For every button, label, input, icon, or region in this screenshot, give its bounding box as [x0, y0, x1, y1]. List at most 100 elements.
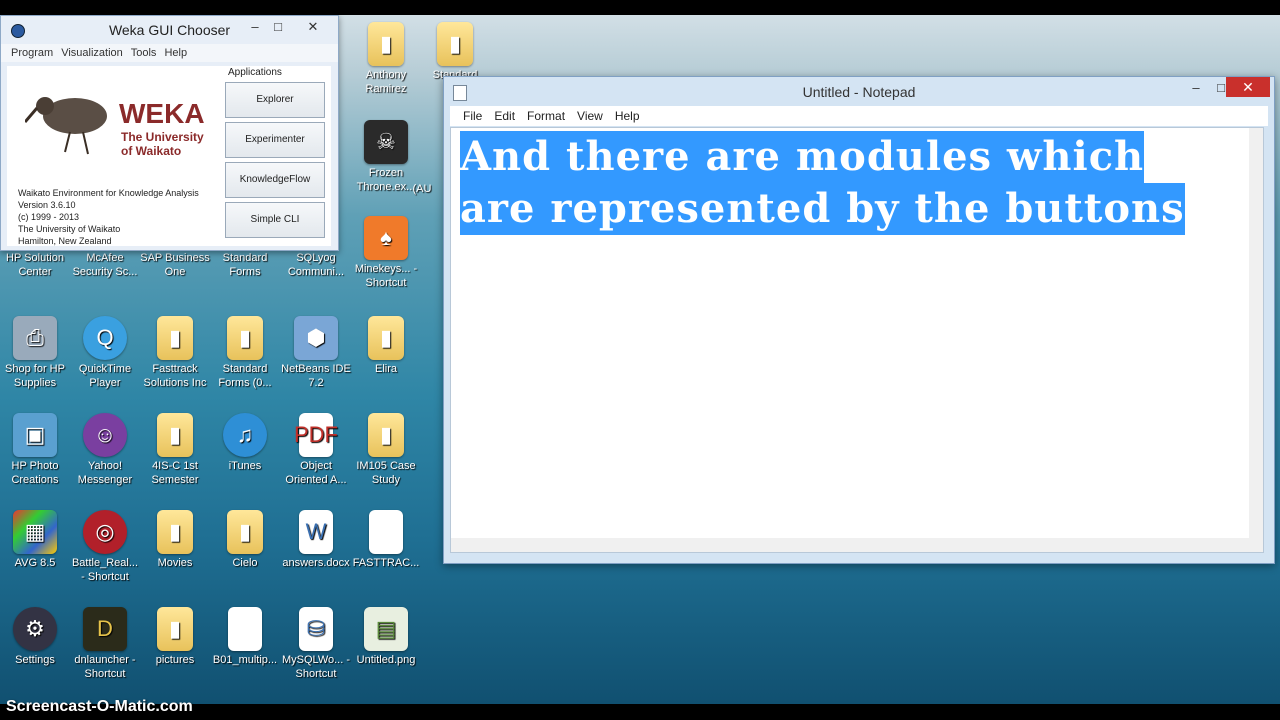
desktop-icon-fasttrac[interactable]: FASTTRAC... — [351, 510, 421, 570]
icon-label: Fasttrack Solutions Inc — [143, 363, 207, 389]
menu-view[interactable]: View — [577, 109, 603, 123]
icon-label: Standard Forms — [222, 252, 268, 278]
icon-label: Yahoo! Messenger — [77, 460, 133, 486]
icon-label: QuickTime Player — [78, 363, 132, 389]
vertical-scrollbar[interactable] — [1249, 128, 1263, 538]
desktop-icon-avg[interactable]: ▦ AVG 8.5 — [0, 510, 70, 570]
desktop-icon-yahoo[interactable]: ☺ Yahoo! Messenger — [70, 413, 140, 487]
desktop-icon-pictures[interactable]: ▮ pictures — [140, 607, 210, 667]
icon-label: AVG 8.5 — [14, 557, 56, 569]
icon-label: Anthony Ramirez — [365, 69, 407, 95]
close-button[interactable]: ✕ — [1226, 77, 1270, 97]
image-icon: ▤ — [364, 607, 408, 651]
weka-info: Waikato Environment for Knowledge Analys… — [18, 187, 199, 247]
database-icon: ⛁ — [299, 607, 333, 651]
menu-program[interactable]: Program — [11, 47, 53, 59]
desktop-icon-quicktime[interactable]: Q QuickTime Player — [70, 316, 140, 390]
icon-label: SQLyog Communi... — [287, 252, 345, 278]
icon-label: B01_multip... — [212, 654, 278, 666]
weka-menubar: Program Visualization Tools Help — [1, 44, 338, 62]
icon-label: HP Photo Creations — [11, 460, 59, 486]
horizontal-scrollbar[interactable] — [451, 538, 1263, 552]
info-line: (c) 1999 - 2013 — [18, 212, 80, 222]
desktop-icon-shop-hp[interactable]: ⎙ Shop for HP Supplies — [0, 316, 70, 390]
maximize-button[interactable]: □ — [264, 18, 292, 38]
desktop-icon-im105[interactable]: ▮ IM105 Case Study — [351, 413, 421, 487]
menu-tools[interactable]: Tools — [131, 47, 157, 59]
icon-label: iTunes — [228, 460, 262, 472]
icon-label: McAfee Security Sc... — [72, 252, 138, 278]
desktop-icon-mcafee[interactable]: McAfee Security Sc... — [70, 251, 140, 279]
desktop-icon-battle-real[interactable]: ◎ Battle_Real... - Shortcut — [70, 510, 140, 584]
desktop-icon-standard-forms-0[interactable]: ▮ Standard Forms (0... — [210, 316, 280, 390]
desktop-icon-object-oriented[interactable]: PDF Object Oriented A... — [281, 413, 351, 487]
menu-format[interactable]: Format — [527, 109, 565, 123]
notepad-title: Untitled - Notepad — [802, 83, 916, 100]
selected-text[interactable]: And there are modules which are represen… — [460, 131, 1185, 235]
desktop-icon-b01-multip[interactable]: B01_multip... — [210, 607, 280, 667]
notepad-menubar: File Edit Format View Help — [450, 106, 1268, 126]
info-line: The University of Waikato — [18, 224, 121, 234]
desktop-icon-standard-forms[interactable]: Standard Forms — [210, 251, 280, 279]
menu-help[interactable]: Help — [164, 47, 187, 59]
desktop-icon-cielo[interactable]: ▮ Cielo — [210, 510, 280, 570]
folder-icon: ▮ — [227, 510, 263, 554]
explorer-button[interactable]: Explorer — [225, 82, 325, 118]
menu-help[interactable]: Help — [615, 109, 640, 123]
menu-file[interactable]: File — [463, 109, 482, 123]
minimize-button[interactable]: – — [1182, 79, 1210, 99]
knowledgeflow-button[interactable]: KnowledgeFlow — [225, 162, 325, 198]
menu-visualization[interactable]: Visualization — [61, 47, 123, 59]
icon-label: HP Solution Center — [6, 252, 64, 278]
close-button[interactable]: ✕ — [299, 18, 327, 38]
icon-label: Cielo — [232, 557, 258, 569]
icon-label: Movies — [157, 557, 193, 569]
desktop-icon-fasttrack[interactable]: ▮ Fasttrack Solutions Inc — [140, 316, 210, 390]
simple-cli-button[interactable]: Simple CLI — [225, 202, 325, 238]
file-icon — [369, 510, 403, 554]
desktop-icon-itunes[interactable]: ♫ iTunes — [210, 413, 280, 473]
notepad-text-area[interactable]: And there are modules which are represen… — [450, 127, 1264, 553]
desktop-icon-minekeys[interactable]: ♠ Minekeys... - Shortcut — [351, 216, 421, 290]
weka-window: Weka GUI Chooser – □ ✕ Program Visualiza… — [0, 15, 339, 251]
desktop-icon-answers[interactable]: W answers.docx — [281, 510, 351, 570]
weka-titlebar[interactable]: Weka GUI Chooser – □ ✕ — [1, 16, 338, 44]
desktop-icon-mysqlwo[interactable]: ⛁ MySQLWo... - Shortcut — [281, 607, 351, 681]
desktop-icon-dnlauncher[interactable]: D dnlauncher - Shortcut — [70, 607, 140, 681]
folder-icon: ▮ — [157, 316, 193, 360]
avg-icon: ▦ — [13, 510, 57, 554]
icon-label: pictures — [155, 654, 195, 666]
smiley-icon: ☺ — [83, 413, 127, 457]
text-line-1: And there are modules which — [460, 131, 1145, 183]
desktop-icon-elira[interactable]: ▮ Elira — [351, 316, 421, 376]
icon-label: Shop for HP Supplies — [5, 363, 65, 389]
icon-label: answers.docx — [282, 557, 350, 569]
icon-label: Untitled.png — [356, 654, 416, 666]
desktop-icon-settings[interactable]: ⚙ Settings — [0, 607, 70, 667]
desktop-icon-netbeans[interactable]: ⬢ NetBeans IDE 7.2 — [281, 316, 351, 390]
icon-label: Minekeys... - Shortcut — [354, 263, 418, 289]
desktop-icon-hp-photo[interactable]: ▣ HP Photo Creations — [0, 413, 70, 487]
folder-icon: ▮ — [437, 22, 473, 66]
launcher-icon: D — [83, 607, 127, 651]
applications-label: Applications — [228, 67, 282, 78]
desktop-icon-movies[interactable]: ▮ Movies — [140, 510, 210, 570]
experimenter-button[interactable]: Experimenter — [225, 122, 325, 158]
folder-icon: ▮ — [368, 22, 404, 66]
notepad-titlebar[interactable]: Untitled - Notepad – □ ✕ — [444, 77, 1274, 106]
settings-icon: ⚙ — [13, 607, 57, 651]
desktop-icon-anthony-ramirez[interactable]: ▮ Anthony Ramirez — [351, 22, 421, 96]
desktop-icon-sap[interactable]: SAP Business One — [140, 251, 210, 279]
desktop-icon-standard[interactable]: ▮ Standard — [420, 22, 490, 82]
desktop-icon-untitled-png[interactable]: ▤ Untitled.png — [351, 607, 421, 667]
desktop-icon-au[interactable]: (AU — [402, 182, 442, 196]
menu-edit[interactable]: Edit — [494, 109, 515, 123]
desktop-icon-4is-c[interactable]: ▮ 4IS-C 1st Semester — [140, 413, 210, 487]
document-icon: W — [299, 510, 333, 554]
desktop-icon-hp-solution-center[interactable]: HP Solution Center — [0, 251, 70, 279]
desktop-icon-sqlyog[interactable]: SQLyog Communi... — [281, 251, 351, 279]
folder-icon: ▮ — [157, 413, 193, 457]
icon-label: Settings — [15, 654, 55, 666]
folder-icon: ▮ — [157, 607, 193, 651]
folder-icon: ▮ — [227, 316, 263, 360]
